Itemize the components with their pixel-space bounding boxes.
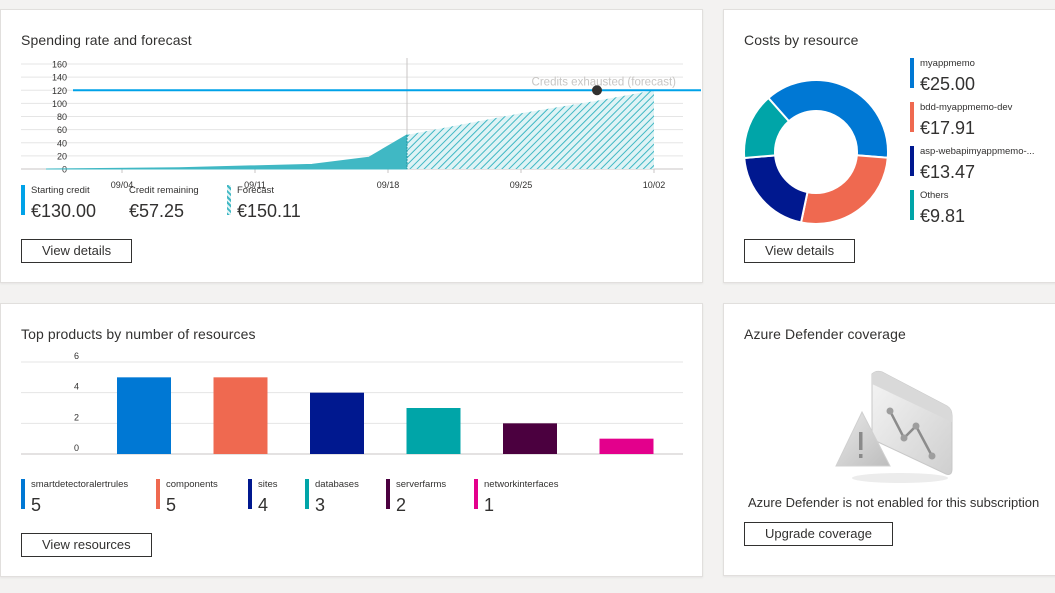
legend-label: bdd-myappmemo-dev <box>920 102 1013 113</box>
legend-swatch <box>386 479 390 509</box>
bar-y-tick-label: 2 <box>74 412 79 422</box>
legend-swatch <box>474 479 478 509</box>
costs-donut-chart <box>744 79 889 225</box>
legend-swatch <box>227 185 231 215</box>
legend-label: smartdetectoralertrules <box>31 479 129 490</box>
bar-databases <box>406 408 461 454</box>
bar-y-tick-label: 0 <box>74 443 79 453</box>
legend-value: 5 <box>31 495 42 515</box>
legend-label: Others <box>920 190 949 201</box>
legend-value: €130.00 <box>31 201 97 221</box>
spending-y-tick-label: 140 <box>52 73 67 83</box>
legend-value: 2 <box>396 495 407 515</box>
legend-label: Credit remaining <box>129 185 199 196</box>
legend-value: €13.47 <box>920 162 976 182</box>
legend-value: €57.25 <box>129 201 185 221</box>
legend-value: €150.11 <box>237 201 301 221</box>
defender-message: Azure Defender is not enabled for this s… <box>748 495 1040 510</box>
spending-y-tick-label: 60 <box>57 125 67 135</box>
bar-smartdetectoralertrules <box>117 377 171 454</box>
legend-label: networkinterfaces <box>484 479 559 490</box>
spending-y-tick-label: 20 <box>57 151 67 161</box>
forecast-area <box>407 90 654 169</box>
costs-view-details-button[interactable]: View details <box>744 239 856 263</box>
spending-x-tick-label: 09/25 <box>510 180 533 190</box>
donut-slice-2 <box>799 154 889 225</box>
legend-label: databases <box>315 479 359 490</box>
products-card: Top products by number of resources 0 2 4 6… <box>0 303 703 577</box>
legend-swatch <box>248 479 252 509</box>
defender-illustration-icon <box>835 370 953 483</box>
donut-slice-3 <box>744 154 809 224</box>
legend-label: myappmemo <box>920 58 975 69</box>
spending-chart: 02040608010012014016009/0409/1109/1809/2… <box>21 58 701 190</box>
legend-label: sites <box>258 479 278 490</box>
bar-sites <box>310 392 364 454</box>
spending-y-tick-label: 80 <box>57 112 67 122</box>
spending-card: Spending rate and forecast 0204060801001… <box>0 9 703 283</box>
costs-card-title: Costs by resource <box>744 32 859 48</box>
legend-swatch <box>910 190 914 220</box>
legend-value: 3 <box>315 495 326 515</box>
legend-label: serverfarms <box>396 479 447 490</box>
costs-card: Costs by resource myappmemo €25.00 bdd-m… <box>723 9 1055 283</box>
spending-y-tick-label: 40 <box>57 138 67 148</box>
actual-spend-area <box>45 134 408 170</box>
legend-swatch <box>910 146 914 176</box>
legend-swatch <box>156 479 160 509</box>
legend-swatch <box>305 479 309 509</box>
legend-swatch <box>21 185 25 215</box>
legend-swatch <box>910 102 914 132</box>
spending-y-tick-label: 100 <box>52 99 67 109</box>
defender-card: Azure Defender coverage Azure Defender i… <box>723 303 1055 576</box>
legend-value: €25.00 <box>920 74 976 94</box>
credits-exhausted-marker <box>592 85 602 96</box>
legend-value: €9.81 <box>920 206 966 226</box>
legend-value: 1 <box>484 495 495 515</box>
products-card-title: Top products by number of resources <box>21 326 256 342</box>
spending-x-tick-label: 09/18 <box>377 180 400 190</box>
bar-y-tick-label: 4 <box>74 382 79 392</box>
legend-value: 4 <box>258 495 269 515</box>
spending-card-title: Spending rate and forecast <box>21 32 192 48</box>
upgrade-coverage-button[interactable]: Upgrade coverage <box>744 522 893 546</box>
bar-serverfarms <box>503 423 557 454</box>
legend-label: components <box>166 479 218 490</box>
legend-label: asp-webapimyappmemo-... <box>920 146 1035 157</box>
legend-label: Starting credit <box>31 185 90 196</box>
legend-label: Forecast <box>237 185 274 196</box>
spending-view-details-button[interactable]: View details <box>21 239 133 263</box>
legend-value: 5 <box>166 495 177 515</box>
defender-card-title: Azure Defender coverage <box>744 326 906 342</box>
legend-swatch <box>910 58 914 88</box>
legend-swatch <box>21 479 25 509</box>
bar-networkinterfaces <box>599 438 654 454</box>
bar-y-tick-label: 6 <box>74 352 79 361</box>
products-bar-chart: 0 2 4 6 <box>21 352 683 455</box>
credits-exhausted-annotation: Credits exhausted (forecast) <box>532 76 677 88</box>
legend-value: €17.91 <box>920 118 976 138</box>
spending-y-tick-label: 160 <box>52 60 67 70</box>
legend-swatch <box>119 185 123 215</box>
bar-components <box>213 377 268 454</box>
spending-y-tick-label: 120 <box>52 86 67 96</box>
view-resources-button[interactable]: View resources <box>21 533 152 557</box>
spending-x-tick-label: 10/02 <box>643 180 666 190</box>
